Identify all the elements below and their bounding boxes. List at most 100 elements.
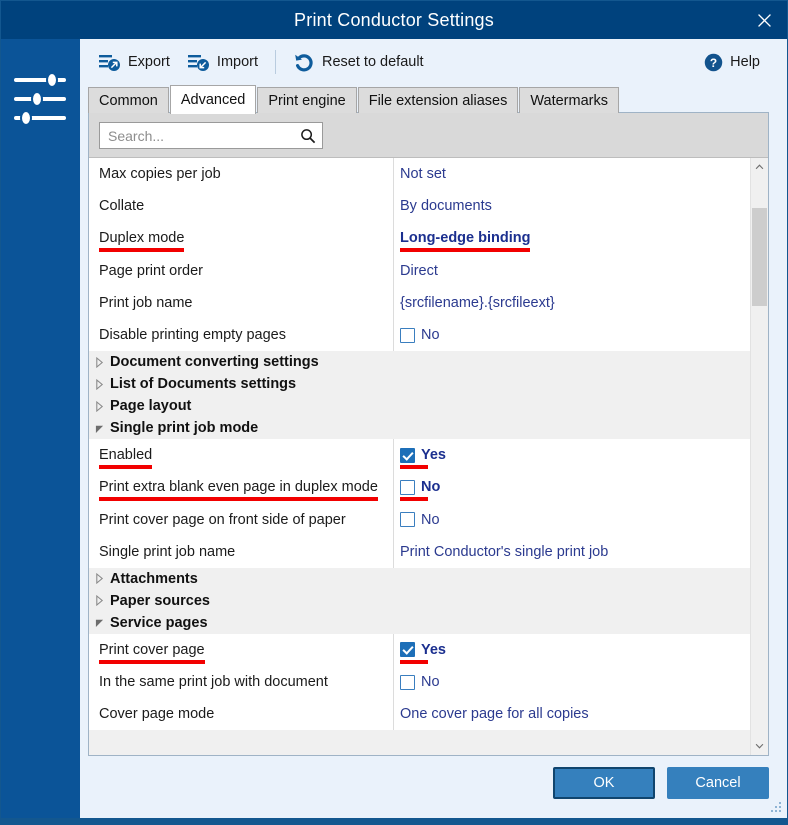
group-title: Attachments (110, 570, 198, 587)
row-value-cell[interactable]: No (394, 319, 750, 351)
table-row[interactable]: Print extra blank even page in duplex mo… (89, 471, 750, 504)
checkbox-group[interactable]: No (400, 327, 440, 343)
checkbox-checked-icon[interactable] (400, 447, 415, 463)
table-row[interactable]: In the same print job with document No (89, 666, 750, 699)
ok-button[interactable]: OK (553, 767, 655, 799)
export-button[interactable]: Export (90, 48, 179, 76)
checkbox-unchecked-icon[interactable] (400, 327, 415, 343)
reset-label: Reset to default (322, 54, 424, 70)
group-page-layout[interactable]: Page layout (89, 395, 750, 418)
sidebar (1, 39, 79, 818)
tab-file-extension-aliases[interactable]: File extension aliases (357, 87, 519, 113)
row-label: Page print order (99, 262, 203, 279)
status-bar (1, 818, 787, 824)
row-value-cell[interactable]: No (394, 666, 750, 698)
table-row[interactable]: Print job name {srcfilename}.{srcfileext… (89, 286, 750, 319)
row-value-cell[interactable]: Not set (394, 158, 750, 190)
row-label: Disable printing empty pages (99, 327, 286, 344)
toolbar-separator (275, 50, 277, 74)
row-value-cell[interactable]: No (394, 504, 750, 536)
group-title: Document converting settings (110, 354, 319, 371)
search-input[interactable] (108, 127, 300, 144)
group-single-print-job-mode[interactable]: Single print job mode (89, 417, 750, 440)
window-title: Print Conductor Settings (294, 9, 494, 30)
row-value-cell[interactable]: Yes (394, 634, 750, 666)
row-value-cell[interactable]: One cover page for all copies (394, 698, 750, 730)
row-label: Duplex mode (99, 230, 185, 253)
row-value: One cover page for all copies (400, 706, 589, 723)
row-label: Print cover page (99, 641, 205, 664)
group-paper-sources[interactable]: Paper sources (89, 589, 750, 612)
row-value-cell[interactable]: By documents (394, 190, 750, 222)
cancel-button[interactable]: Cancel (667, 767, 769, 799)
table-row[interactable]: Disable printing empty pages No (89, 318, 750, 352)
scroll-down-button[interactable] (751, 737, 768, 755)
tab-advanced[interactable]: Advanced (169, 85, 257, 114)
close-button[interactable] (741, 1, 787, 39)
row-label: Max copies per job (99, 166, 221, 183)
checkbox-group[interactable]: No (400, 674, 440, 690)
table-row[interactable]: Enabled Yes (89, 439, 750, 472)
table-row[interactable]: Collate By documents (89, 190, 750, 223)
checkbox-unchecked-icon[interactable] (400, 674, 415, 690)
vertical-scrollbar[interactable] (750, 158, 768, 755)
reset-to-default-button[interactable]: Reset to default (284, 48, 433, 76)
search-box[interactable] (99, 122, 323, 149)
checkbox-group[interactable]: Yes (400, 447, 446, 470)
scrollbar-track[interactable] (751, 176, 768, 737)
group-title: Paper sources (110, 592, 210, 609)
table-row[interactable]: Duplex mode Long-edge binding (89, 222, 750, 255)
group-attachments[interactable]: Attachments (89, 567, 750, 590)
table-row[interactable]: Page print order Direct (89, 254, 750, 287)
import-button[interactable]: Import (179, 48, 267, 76)
checkbox-checked-icon[interactable] (400, 642, 415, 658)
group-list-of-documents-settings[interactable]: List of Documents settings (89, 373, 750, 396)
checkbox-group[interactable]: Yes (400, 642, 446, 664)
row-value-cell[interactable]: Direct (394, 255, 750, 287)
row-label: In the same print job with document (99, 674, 328, 691)
row-value: Long-edge binding (400, 230, 531, 253)
row-value: No (421, 674, 440, 691)
resize-grip-icon[interactable] (769, 800, 783, 814)
row-value-cell[interactable]: Long-edge binding (394, 222, 750, 254)
row-value-cell[interactable]: No (394, 471, 750, 503)
chevron-up-icon (755, 164, 764, 170)
row-label: Cover page mode (99, 706, 215, 723)
row-label-cell: Page print order (89, 254, 394, 287)
row-value: By documents (400, 198, 492, 215)
table-row[interactable]: Single print job name Print Conductor's … (89, 535, 750, 568)
row-value-cell[interactable]: {srcfilename}.{srcfileext} (394, 287, 750, 319)
group-document-converting-settings[interactable]: Document converting settings (89, 351, 750, 374)
row-label-cell: Collate (89, 190, 394, 223)
row-label-cell: Print extra blank even page in duplex mo… (89, 471, 394, 504)
row-value-cell[interactable]: Yes (394, 439, 750, 471)
row-label: Collate (99, 198, 145, 215)
group-title: Service pages (110, 614, 208, 631)
table-row[interactable]: Print cover page Yes (89, 633, 750, 667)
scroll-up-button[interactable] (751, 158, 768, 176)
checkbox-unchecked-icon[interactable] (400, 512, 415, 528)
row-value-cell[interactable]: Print Conductor's single print job (394, 536, 750, 568)
row-value: Direct (400, 262, 438, 279)
group-service-pages[interactable]: Service pages (89, 611, 750, 634)
checkbox-group[interactable]: No (400, 512, 440, 528)
table-row[interactable]: Cover page mode One cover page for all c… (89, 698, 750, 731)
row-label-cell: In the same print job with document (89, 666, 394, 699)
checkbox-group[interactable]: No (400, 479, 440, 502)
tab-print-engine[interactable]: Print engine (257, 87, 357, 113)
row-label-cell: Print cover page (89, 633, 394, 667)
tab-print-engine-label: Print engine (268, 92, 346, 109)
table-row[interactable]: Max copies per job Not set (89, 158, 750, 191)
checkbox-unchecked-icon[interactable] (400, 479, 415, 495)
help-icon: ? (704, 53, 723, 71)
tab-advanced-label: Advanced (180, 92, 246, 108)
import-label: Import (216, 54, 259, 70)
search-icon (301, 128, 316, 143)
help-button[interactable]: ? Help (695, 49, 769, 76)
tab-watermarks[interactable]: Watermarks (519, 87, 619, 113)
row-label-cell: Cover page mode (89, 698, 394, 731)
tab-common[interactable]: Common (88, 87, 169, 113)
scrollbar-thumb[interactable] (752, 208, 767, 306)
tab-common-label: Common (99, 92, 158, 109)
table-row[interactable]: Print cover page on front side of paper … (89, 503, 750, 536)
